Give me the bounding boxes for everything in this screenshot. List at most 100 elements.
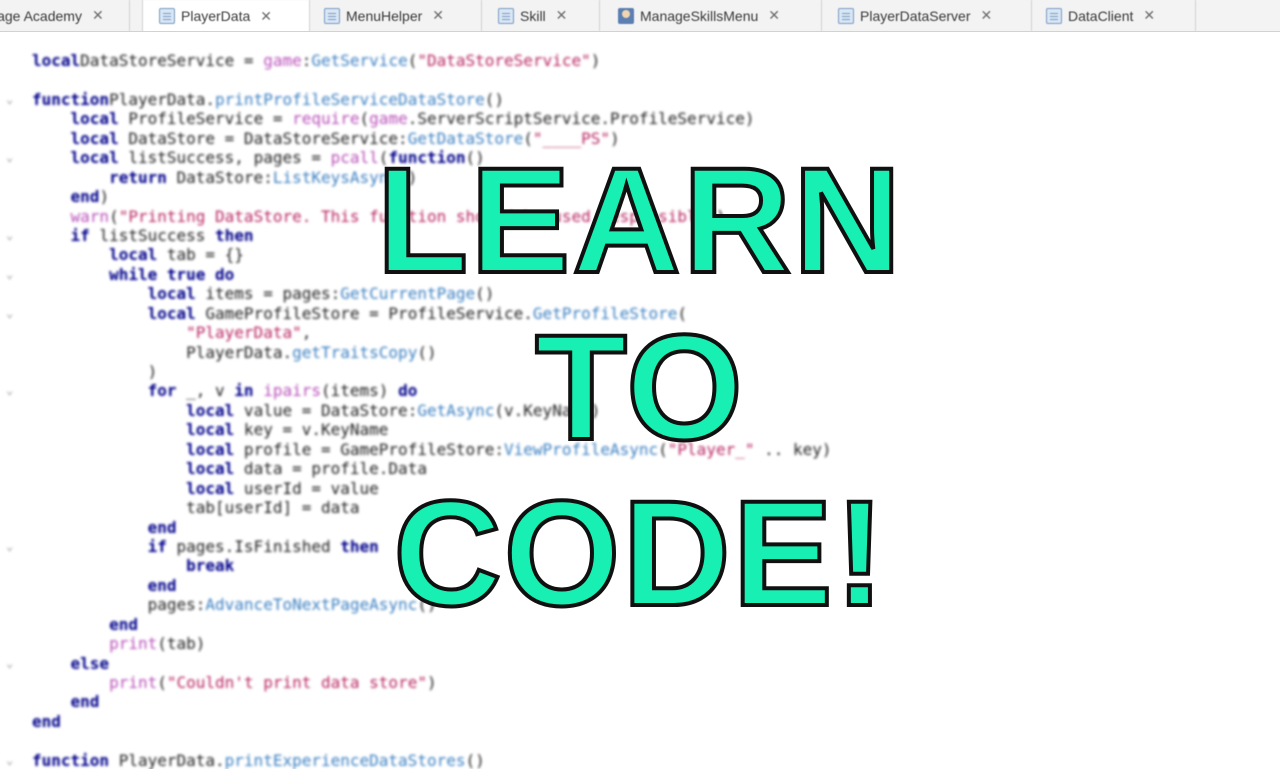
fold-toggle-icon[interactable]: ⌄ (6, 381, 20, 400)
tab-playerdata[interactable]: PlayerData ✕ (142, 0, 310, 31)
code-line[interactable]: ⌄ else (0, 654, 1280, 673)
code-token: data = profile.Data (234, 459, 427, 479)
code-line[interactable]: break (0, 556, 1280, 575)
code-token: () (398, 167, 418, 187)
code-token: value = DataStore: (234, 400, 418, 420)
code-line[interactable] (0, 70, 1280, 89)
code-token: DataStoreService = (80, 51, 264, 70)
code-line[interactable]: local key = v.KeyName (0, 420, 1280, 439)
code-line[interactable]: warn("Printing DataStore. This function … (0, 207, 1280, 226)
code-token: listSuccess (89, 225, 216, 245)
close-icon[interactable]: ✕ (92, 7, 104, 24)
code-token: ( (658, 439, 668, 459)
code-line[interactable]: end (0, 518, 1280, 537)
code-line[interactable]: "PlayerData", (0, 323, 1280, 342)
code-line[interactable]: local profile = GameProfileStore:ViewPro… (0, 440, 1280, 459)
code-token: userId = value (234, 478, 379, 498)
code-line[interactable]: ⌄ if listSuccess then (0, 226, 1280, 245)
fold-toggle-icon[interactable]: ⌄ (6, 265, 20, 284)
code-line[interactable]: end (0, 576, 1280, 595)
close-icon[interactable]: ✕ (556, 7, 568, 24)
code-line[interactable]: return DataStore:ListKeysAsync() (0, 168, 1280, 187)
tab-label: PlayerDataServer (860, 7, 971, 24)
code-line[interactable]: local items = pages:GetCurrentPage() (0, 284, 1280, 303)
close-icon[interactable]: ✕ (260, 8, 272, 25)
code-line[interactable]: ⌄ if pages.IsFinished then (0, 537, 1280, 556)
code-line[interactable]: ⌄ function PlayerData.printExperienceData… (0, 751, 1280, 769)
tab-skill[interactable]: Skill ✕ (482, 0, 600, 31)
code-token: pcall (330, 148, 379, 168)
code-line[interactable]: end) (0, 187, 1280, 206)
code-token: break (186, 556, 235, 576)
fold-toggle-icon[interactable]: ⌄ (6, 654, 20, 673)
code-token: then (340, 536, 379, 556)
close-icon[interactable]: ✕ (768, 7, 780, 24)
code-line[interactable]: localDataStoreService = game:GetService(… (0, 51, 1280, 70)
code-token: () (465, 750, 485, 769)
fold-toggle-icon[interactable]: ⌄ (6, 537, 20, 556)
code-line[interactable]: ⌄ functionPlayerData.printProfileServiceD… (0, 90, 1280, 109)
fold-toggle-icon[interactable]: ⌄ (6, 90, 20, 109)
code-editor[interactable]: localDataStoreService = game:GetService(… (0, 33, 1280, 769)
tab-playerdataserver[interactable]: PlayerDataServer ✕ (822, 0, 1032, 31)
code-line[interactable]: end (0, 692, 1280, 711)
code-line[interactable]: local data = profile.Data (0, 459, 1280, 478)
code-line[interactable]: tab[userId] = data (0, 498, 1280, 517)
code-token: GetAsync (417, 400, 495, 420)
code-token: local (70, 148, 119, 168)
fold-toggle-icon[interactable]: ⌄ (6, 226, 20, 245)
code-line[interactable]: print("Couldn't print data store") (0, 673, 1280, 692)
code-line[interactable]: end (0, 712, 1280, 731)
code-line[interactable]: ⌄ local listSuccess, pages = pcall(funct… (0, 148, 1280, 167)
code-token: ( (359, 109, 370, 129)
code-token: "DataStoreService" (417, 51, 591, 70)
code-token: _, v (176, 381, 235, 401)
code-token: ( (407, 51, 418, 70)
code-token: game (263, 51, 302, 70)
code-line[interactable]: print(tab) (0, 634, 1280, 653)
code-token: GetService (311, 51, 408, 70)
code-line[interactable]: ⌄ while true do (0, 265, 1280, 284)
code-line[interactable]: pages:AdvanceToNextPageAsync() (0, 595, 1280, 614)
code-line[interactable]: ⌄ for _, v in ipairs(items) do (0, 381, 1280, 400)
close-icon[interactable]: ✕ (1143, 7, 1155, 24)
code-token: function (388, 148, 466, 168)
code-token: profile = GameProfileStore: (234, 439, 505, 459)
code-token: "____PS" (532, 128, 610, 148)
tab-dataclient[interactable]: DataClient ✕ (1032, 0, 1196, 31)
script-icon (324, 7, 340, 24)
code-token: getTraitsCopy (292, 342, 418, 362)
code-line[interactable]: local tab = {} (0, 245, 1280, 264)
tab-manageskillsmenu[interactable]: ManageSkillsMenu ✕ (600, 0, 822, 31)
fold-toggle-icon[interactable]: ⌄ (6, 148, 20, 167)
code-line[interactable]: local value = DataStore:GetAsync(v.KeyNa… (0, 401, 1280, 420)
close-icon[interactable]: ✕ (432, 7, 444, 24)
tab-village-academy[interactable]: lage Academy ✕ (0, 0, 130, 31)
code-line[interactable]: end (0, 615, 1280, 634)
code-token: PlayerData. (32, 342, 293, 362)
code-line[interactable]: local DataStore = DataStoreService:GetDa… (0, 129, 1280, 148)
fold-toggle-icon[interactable]: ⌄ (6, 304, 20, 323)
code-token: end (147, 575, 177, 595)
code-line[interactable]: local ProfileService = require(game.Serv… (0, 109, 1280, 128)
code-line[interactable] (0, 731, 1280, 750)
fold-toggle-icon[interactable]: ⌄ (6, 751, 20, 769)
code-token: local (186, 420, 235, 440)
code-token: print (109, 673, 158, 692)
code-line[interactable]: ⌄ local GameProfileStore = ProfileServic… (0, 304, 1280, 323)
code-line[interactable]: ) (0, 362, 1280, 381)
code-token: print (109, 634, 158, 654)
close-icon[interactable]: ✕ (981, 7, 993, 24)
script-icon (498, 7, 514, 24)
code-line[interactable]: PlayerData.getTraitsCopy() (0, 343, 1280, 362)
code-line[interactable]: local userId = value (0, 479, 1280, 498)
tab-menuhelper[interactable]: MenuHelper ✕ (310, 0, 482, 31)
